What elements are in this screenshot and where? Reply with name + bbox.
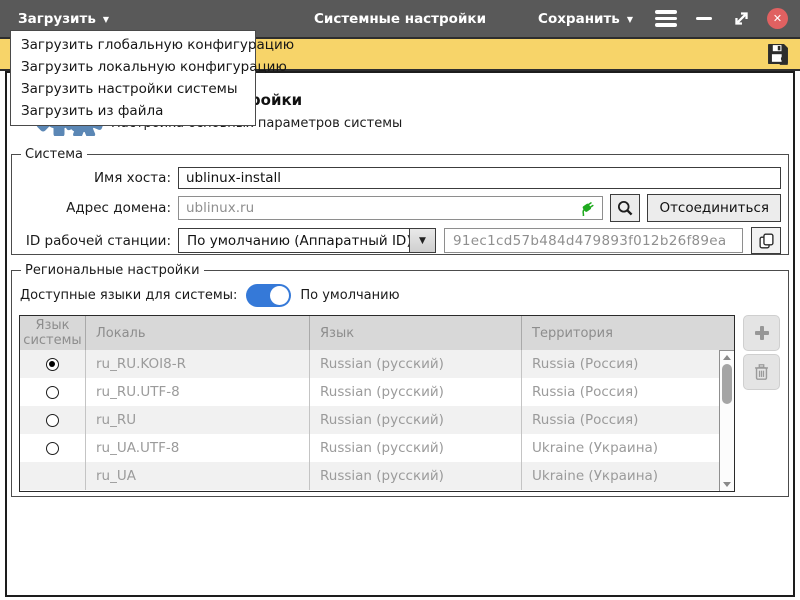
- language-cell: Russian (русский): [310, 406, 522, 434]
- hostname-label: Имя хоста:: [19, 170, 171, 186]
- menu-item[interactable]: Загрузить настройки системы: [11, 78, 255, 100]
- languages-label: Доступные языки для системы:: [20, 288, 237, 303]
- languages-toggle[interactable]: [246, 284, 291, 307]
- locale-cell: ru_UA: [86, 462, 310, 490]
- column-header-locale: Локаль: [86, 316, 310, 350]
- locale-radio[interactable]: [46, 414, 59, 427]
- toggle-state-label: По умолчанию: [300, 288, 399, 303]
- territory-cell: Russia (Россия): [522, 350, 734, 378]
- table-scrollbar[interactable]: [719, 350, 734, 491]
- save-menu-button[interactable]: Сохранить ▼: [532, 11, 639, 27]
- menu-item[interactable]: Загрузить локальную конфигурацию: [11, 56, 255, 78]
- station-id-select[interactable]: По умолчанию (Аппаратный ID) ▼: [178, 228, 436, 253]
- delete-locale-button[interactable]: [743, 354, 780, 390]
- scroll-down-icon[interactable]: [723, 482, 731, 487]
- menu-item[interactable]: Загрузить глобальную конфигурацию: [11, 34, 255, 56]
- locale-cell: ru_RU: [86, 406, 310, 434]
- locale-cell: ru_RU.UTF-8: [86, 378, 310, 406]
- system-language-cell: [20, 406, 86, 434]
- save-menu-label: Сохранить: [538, 11, 620, 27]
- locale-radio[interactable]: [46, 386, 59, 399]
- system-fieldset: Система Имя хоста: Адрес домена:: [11, 147, 789, 255]
- system-language-cell: [20, 434, 86, 462]
- language-cell: Russian (русский): [310, 462, 522, 490]
- column-header-language: Язык: [310, 316, 522, 350]
- table-row[interactable]: ru_RU.KOI8-RRussian (русский)Russia (Рос…: [20, 350, 734, 378]
- territory-cell: Ukraine (Украина): [522, 462, 734, 490]
- system-legend: Система: [21, 147, 87, 162]
- locales-table-header: Язык системы Локаль Язык Территория: [20, 316, 734, 350]
- column-header-territory: Территория: [522, 316, 734, 350]
- expand-icon: [732, 9, 751, 28]
- table-row[interactable]: ru_UA.UTF-8Russian (русский)Ukraine (Укр…: [20, 434, 734, 462]
- locales-table: Язык системы Локаль Язык Территория ru_R…: [19, 315, 735, 492]
- regional-legend: Региональные настройки: [21, 263, 204, 278]
- menu-icon[interactable]: [654, 10, 678, 27]
- main-content: Системные настройки Настройка основных п…: [5, 71, 795, 597]
- system-language-cell: [20, 378, 86, 406]
- search-icon: [616, 199, 634, 217]
- domain-input[interactable]: [178, 196, 603, 220]
- save-to-file-button[interactable]: [764, 41, 792, 68]
- menu-item[interactable]: Загрузить из файла: [11, 100, 255, 122]
- chevron-down-icon: ▼: [627, 14, 633, 24]
- station-id-input[interactable]: [444, 228, 743, 253]
- plus-icon: [753, 324, 771, 342]
- chevron-down-icon: ▼: [409, 229, 435, 252]
- toggle-knob: [270, 286, 289, 305]
- system-language-cell: [20, 462, 86, 490]
- minimize-button[interactable]: [693, 8, 715, 30]
- locale-radio[interactable]: [46, 358, 59, 371]
- domain-search-button[interactable]: [610, 194, 640, 222]
- system-language-cell: [20, 350, 86, 378]
- copy-button[interactable]: [751, 227, 781, 254]
- copy-icon: [758, 232, 775, 250]
- locale-cell: ru_RU.KOI8-R: [86, 350, 310, 378]
- table-row[interactable]: ru_RURussian (русский)Russia (Россия): [20, 406, 734, 434]
- hostname-input[interactable]: [178, 167, 781, 189]
- language-cell: Russian (русский): [310, 378, 522, 406]
- domain-label: Адрес домена:: [19, 200, 171, 216]
- language-cell: Russian (русский): [310, 350, 522, 378]
- scroll-up-icon[interactable]: [723, 355, 731, 360]
- maximize-button[interactable]: [730, 8, 752, 30]
- station-id-label: ID рабочей станции:: [19, 233, 171, 249]
- territory-cell: Ukraine (Украина): [522, 434, 734, 462]
- disconnect-button[interactable]: Отсоединиться: [647, 194, 781, 222]
- column-header-system-language: Язык системы: [20, 316, 86, 350]
- locales-table-body: ru_RU.KOI8-RRussian (русский)Russia (Рос…: [20, 350, 734, 490]
- regional-fieldset: Региональные настройки Доступные языки д…: [11, 263, 789, 497]
- territory-cell: Russia (Россия): [522, 406, 734, 434]
- table-row[interactable]: ru_RU.UTF-8Russian (русский)Russia (Росс…: [20, 378, 734, 406]
- load-menu-label: Загрузить: [18, 11, 96, 27]
- floppy-save-icon: [765, 41, 791, 67]
- territory-cell: Russia (Россия): [522, 378, 734, 406]
- chevron-down-icon: ▼: [103, 14, 109, 24]
- plug-connected-icon: [577, 200, 597, 216]
- close-icon: ✕: [773, 13, 782, 24]
- scroll-thumb[interactable]: [722, 364, 732, 404]
- locale-cell: ru_UA.UTF-8: [86, 434, 310, 462]
- close-button[interactable]: ✕: [767, 8, 788, 29]
- load-dropdown-menu: Загрузить глобальную конфигурациюЗагрузи…: [10, 30, 256, 126]
- language-cell: Russian (русский): [310, 434, 522, 462]
- add-locale-button[interactable]: [743, 315, 780, 351]
- locale-radio[interactable]: [46, 442, 59, 455]
- trash-icon: [753, 363, 770, 381]
- station-id-selected-option: По умолчанию (Аппаратный ID): [179, 233, 420, 249]
- table-row[interactable]: ru_UARussian (русский)Ukraine (Украина): [20, 462, 734, 490]
- load-menu-button[interactable]: Загрузить ▼: [18, 11, 109, 27]
